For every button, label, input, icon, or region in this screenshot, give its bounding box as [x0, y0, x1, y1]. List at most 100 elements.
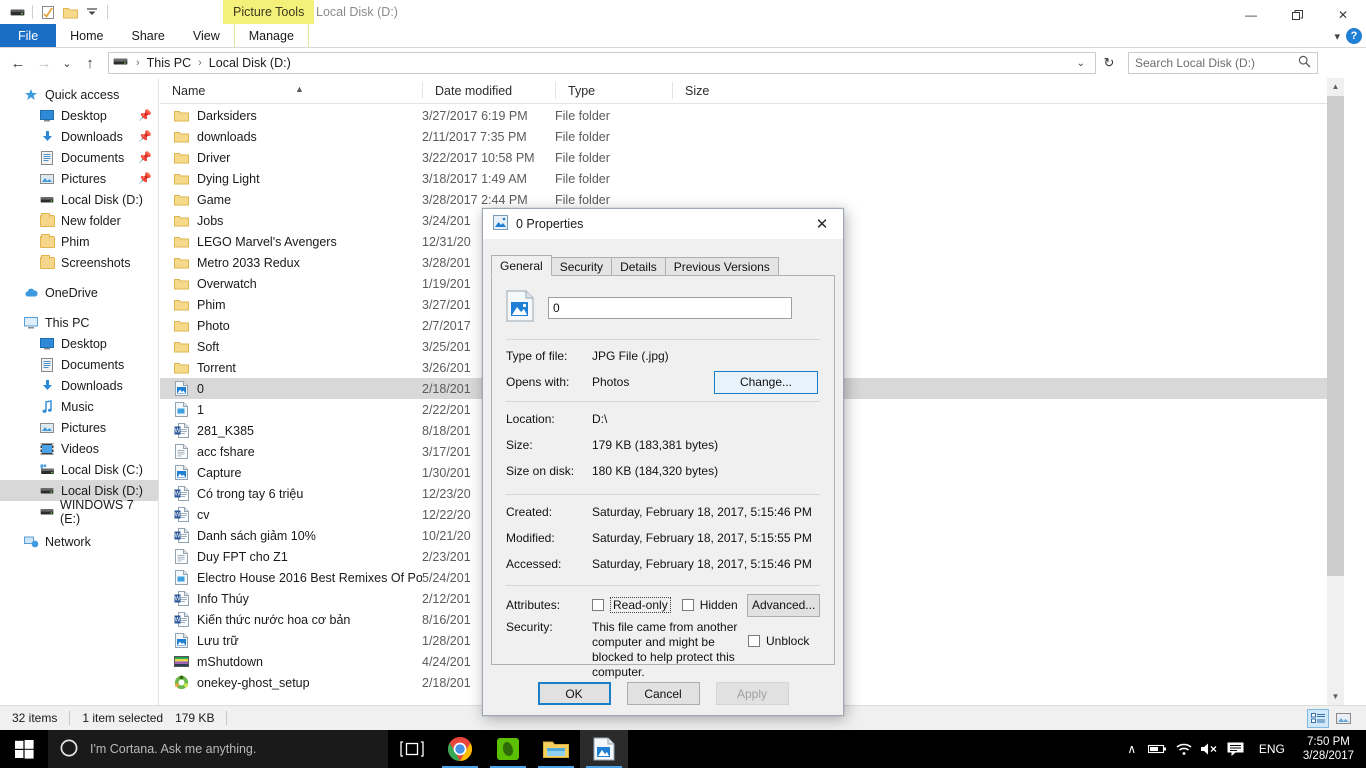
sidebar-item-desktop-pc[interactable]: Desktop	[0, 333, 158, 354]
ribbon-tab-file[interactable]: File	[0, 24, 57, 47]
battery-icon[interactable]	[1145, 730, 1171, 768]
ribbon-tab-view[interactable]: View	[179, 24, 234, 47]
file-name-cell[interactable]: Game	[160, 193, 422, 207]
file-name-cell[interactable]: W Info Thúy	[160, 591, 422, 606]
sidebar-item-windows-7-e[interactable]: WINDOWS 7 (E:)	[0, 498, 158, 526]
advanced-button[interactable]: Advanced...	[747, 593, 820, 617]
sidebar-item-documents-pc[interactable]: Documents	[0, 354, 158, 375]
ribbon-tab-home[interactable]: Home	[56, 24, 117, 47]
sidebar-item-phim[interactable]: Phim	[0, 231, 158, 252]
sidebar-item-videos[interactable]: Videos	[0, 438, 158, 459]
scroll-up-arrow-icon[interactable]: ▲	[1327, 78, 1344, 95]
checkbox-box[interactable]	[748, 635, 760, 647]
table-row[interactable]: Darksiders 3/27/2017 6:19 PM File folder	[160, 105, 1344, 126]
language-indicator[interactable]: ENG	[1249, 742, 1295, 756]
pin-icon[interactable]: 📌	[138, 109, 152, 122]
sidebar-item-downloads-pc[interactable]: Downloads	[0, 375, 158, 396]
apply-button[interactable]: Apply	[715, 682, 789, 705]
sidebar-item-downloads[interactable]: Downloads 📌	[0, 126, 158, 147]
column-header-date-modified[interactable]: Date modified	[422, 82, 555, 99]
vertical-scrollbar[interactable]: ▲ ▼	[1327, 78, 1344, 705]
hidden-checkbox[interactable]: Hidden	[681, 598, 748, 612]
file-name-cell[interactable]: Metro 2033 Redux	[160, 256, 422, 270]
file-name-cell[interactable]: Overwatch	[160, 277, 422, 291]
ribbon-tab-manage[interactable]: Manage	[233, 24, 309, 47]
pin-icon[interactable]: 📌	[138, 130, 152, 143]
up-button[interactable]: ↑	[78, 51, 102, 75]
forward-button[interactable]: →	[32, 51, 56, 75]
start-button[interactable]	[0, 730, 48, 768]
sidebar-group-this-pc[interactable]: This PC	[0, 312, 158, 333]
column-header-size[interactable]: Size	[672, 82, 772, 99]
search-input[interactable]: Search Local Disk (D:)	[1128, 52, 1318, 74]
new-folder-icon[interactable]	[59, 2, 81, 22]
file-name-cell[interactable]: 0	[160, 381, 422, 396]
dialog-tab-security[interactable]: Security	[550, 257, 613, 276]
search-icon[interactable]	[1298, 55, 1311, 71]
large-icons-view-icon[interactable]	[1332, 709, 1354, 728]
scrollbar-thumb[interactable]	[1327, 96, 1344, 576]
details-view-icon[interactable]	[1307, 708, 1329, 728]
cancel-button[interactable]: Cancel	[626, 682, 700, 705]
file-explorer-icon[interactable]	[532, 730, 580, 768]
pin-icon[interactable]: 📌	[138, 172, 152, 185]
file-name-cell[interactable]: W Có trong tay 6 triệu	[160, 486, 422, 501]
chrome-icon[interactable]	[436, 730, 484, 768]
ribbon-collapse-chevron-icon[interactable]: ▾	[1334, 30, 1340, 43]
ribbon-tab-share[interactable]: Share	[118, 24, 179, 47]
file-name-cell[interactable]: W Danh sách giảm 10%	[160, 528, 422, 543]
file-name-cell[interactable]: W Kiến thức nước hoa cơ bản	[160, 612, 422, 627]
file-name-cell[interactable]: Electro House 2016 Best Remixes Of Pop..…	[160, 570, 422, 585]
address-dropdown-chevron-icon[interactable]: ⌄	[1071, 58, 1091, 69]
dialog-tab-previous-versions[interactable]: Previous Versions	[664, 257, 779, 276]
file-name-cell[interactable]: onekey-ghost_setup	[160, 675, 422, 690]
file-name-cell[interactable]: downloads	[160, 130, 422, 144]
checkbox-box[interactable]	[592, 599, 604, 611]
task-view-icon[interactable]	[388, 730, 436, 768]
sidebar-item-pictures[interactable]: Pictures 📌	[0, 168, 158, 189]
drive-icon[interactable]	[6, 2, 28, 22]
evernote-icon[interactable]	[484, 730, 532, 768]
table-row[interactable]: Game 3/28/2017 2:44 PM File folder	[160, 189, 1344, 210]
dialog-tab-details[interactable]: Details	[611, 257, 666, 276]
file-name-cell[interactable]: Wcv	[160, 507, 422, 522]
sidebar-item-local-disk-d-quick[interactable]: Local Disk (D:)	[0, 189, 158, 210]
file-name-cell[interactable]: mShutdown	[160, 654, 422, 669]
table-row[interactable]: downloads 2/11/2017 7:35 PM File folder	[160, 126, 1344, 147]
file-name-cell[interactable]: 1	[160, 402, 422, 417]
customize-chevron-icon[interactable]	[81, 2, 103, 22]
back-button[interactable]: ←	[6, 51, 30, 75]
sidebar-item-music[interactable]: Music	[0, 396, 158, 417]
file-name-cell[interactable]: Jobs	[160, 214, 422, 228]
refresh-button[interactable]: ↻	[1098, 52, 1120, 74]
help-icon[interactable]: ?	[1346, 28, 1362, 44]
file-name-cell[interactable]: LEGO Marvel's Avengers	[160, 235, 422, 249]
clock[interactable]: 7:50 PM 3/28/2017	[1295, 735, 1362, 763]
scroll-down-arrow-icon[interactable]: ▼	[1327, 688, 1344, 705]
change-button[interactable]: Change...	[714, 370, 818, 394]
show-hidden-icons-chevron-icon[interactable]: ∧	[1119, 730, 1145, 768]
volume-muted-icon[interactable]	[1197, 730, 1223, 768]
filename-input[interactable]: 0	[548, 296, 792, 319]
file-name-cell[interactable]: Phim	[160, 298, 422, 312]
pin-icon[interactable]: 📌	[138, 151, 152, 164]
file-name-cell[interactable]: Soft	[160, 340, 422, 354]
file-name-cell[interactable]: Photo	[160, 319, 422, 333]
dialog-tab-general[interactable]: General	[491, 255, 552, 276]
table-row[interactable]: Driver 3/22/2017 10:58 PM File folder	[160, 147, 1344, 168]
file-name-cell[interactable]: acc fshare	[160, 444, 422, 459]
file-name-cell[interactable]: W 281_K385	[160, 423, 422, 438]
breadcrumb-item-local-disk-d[interactable]: Local Disk (D:)	[206, 56, 294, 70]
sidebar-item-local-disk-c[interactable]: Local Disk (C:)	[0, 459, 158, 480]
readonly-checkbox[interactable]: Read-only	[592, 597, 682, 613]
action-center-icon[interactable]	[1223, 730, 1249, 768]
file-name-cell[interactable]: Darksiders	[160, 109, 422, 123]
checkbox-box[interactable]	[681, 599, 694, 611]
file-name-cell[interactable]: Torrent	[160, 361, 422, 375]
column-header-type[interactable]: Type	[555, 82, 672, 99]
cortana-search-box[interactable]: I'm Cortana. Ask me anything.	[48, 730, 388, 768]
sidebar-group-quick-access[interactable]: Quick access	[0, 84, 158, 105]
sidebar-group-onedrive[interactable]: OneDrive	[0, 282, 158, 303]
file-name-cell[interactable]: Driver	[160, 151, 422, 165]
sidebar-item-new-folder[interactable]: New folder	[0, 210, 158, 231]
